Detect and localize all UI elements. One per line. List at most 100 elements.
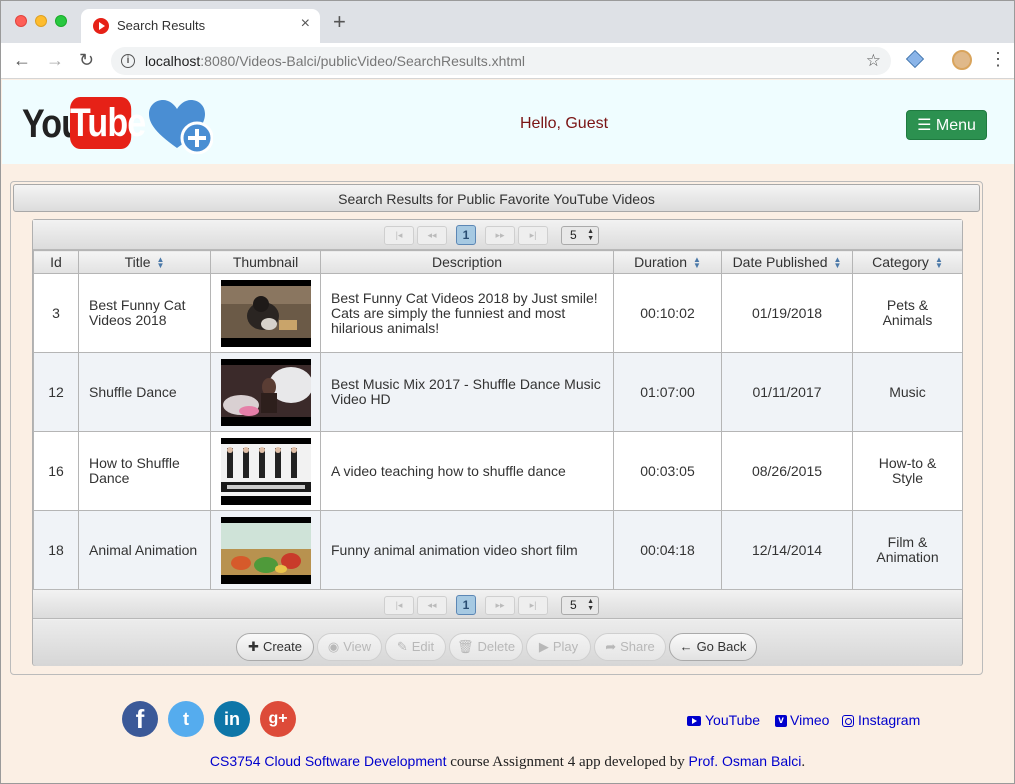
tab-close-icon[interactable]: ×	[301, 15, 310, 33]
linkedin-icon[interactable]: in	[214, 701, 250, 737]
cell-title: Shuffle Dance	[78, 352, 211, 432]
table-row[interactable]: 18 Animal Animation Funny animal animati…	[33, 510, 963, 590]
last-page-button[interactable]: ▸|	[518, 226, 548, 245]
cell-title: Best Funny Cat Videos 2018	[78, 273, 211, 353]
forward-arrow-icon[interactable]: →	[46, 49, 64, 71]
cell-title: Animal Animation	[78, 510, 211, 590]
video-thumbnail[interactable]	[221, 437, 311, 505]
column-header-description: Description	[320, 250, 614, 274]
sort-icon[interactable]: ▲ ▼	[157, 256, 165, 270]
author-link[interactable]: Prof. Osman Balci	[689, 753, 802, 769]
table-row[interactable]: 12 Shuffle Dance Best Music Mix 2017 - S…	[33, 352, 963, 432]
cell-thumbnail	[210, 273, 321, 353]
plus-icon: ✚	[248, 639, 259, 654]
bookmark-star-icon[interactable]: ☆	[866, 51, 881, 71]
course-link[interactable]: CS3754 Cloud Software Development	[210, 753, 447, 769]
cell-category: Film & Animation	[852, 510, 963, 590]
next-page-button[interactable]: ▸▸	[485, 226, 515, 245]
cell-description: Best Funny Cat Videos 2018 by Just smile…	[320, 273, 614, 353]
eye-icon: ◉	[327, 639, 340, 654]
table-header-row: Id Title ▲ ▼ Thumbnail Description Duratio…	[33, 250, 963, 274]
instagram-link[interactable]: Instagram	[842, 712, 920, 728]
search-results-panel: Search Results for Public Favorite YouTu…	[10, 181, 983, 675]
cell-id: 12	[33, 352, 79, 432]
table-row[interactable]: 3 Best Funny Cat Videos 2018 Best Funny …	[33, 273, 963, 353]
play-button[interactable]: ▶ Play	[526, 633, 591, 661]
youtube-icon	[687, 716, 701, 727]
first-page-button[interactable]: |◂	[384, 596, 414, 615]
address-bar[interactable]: i localhost:8080/Videos-Balci/publicVide…	[111, 47, 891, 75]
browser-toolbar: ← → ↻ i localhost:8080/Videos-Balci/publ…	[1, 43, 1014, 79]
tab-title: Search Results	[117, 18, 206, 33]
rows-per-page-select[interactable]: 5 ▲ ▼	[561, 596, 599, 615]
facebook-icon[interactable]: f	[122, 701, 158, 737]
browser-tab[interactable]: Search Results ×	[81, 9, 320, 43]
youtube-link[interactable]: YouTube	[687, 712, 760, 728]
minimize-window-button[interactable]	[35, 15, 47, 27]
maximize-window-button[interactable]	[55, 15, 67, 27]
twitter-icon[interactable]: t	[168, 701, 204, 737]
sort-icon[interactable]: ▲ ▼	[935, 256, 943, 270]
delete-button[interactable]: 🗑 Delete	[449, 633, 523, 661]
google-plus-icon[interactable]: g+	[260, 701, 296, 737]
arrow-left-icon: ←	[679, 639, 693, 654]
close-window-button[interactable]	[15, 15, 27, 27]
share-button[interactable]: ➦ Share	[594, 633, 666, 661]
cell-category: How-to & Style	[852, 431, 963, 511]
credit-period: .	[801, 754, 806, 770]
first-page-button[interactable]: |◂	[384, 226, 414, 245]
greeting-text: Hello, Guest	[520, 115, 609, 132]
animation-thumbnail-image	[221, 522, 311, 575]
go-back-button[interactable]: ← Go Back	[669, 633, 757, 661]
table-row[interactable]: 16 How to Shuffle Dance A video teaching…	[33, 431, 963, 511]
sort-icon[interactable]: ▲ ▼	[834, 256, 842, 270]
cell-id: 18	[33, 510, 79, 590]
prev-page-button[interactable]: ◂◂	[417, 226, 447, 245]
cell-thumbnail	[210, 352, 321, 432]
vimeo-link[interactable]: v Vimeo	[775, 712, 829, 728]
share-icon: ➦	[605, 639, 617, 654]
column-header-duration[interactable]: Duration ▲ ▼	[613, 250, 722, 274]
create-button[interactable]: ✚ Create	[236, 633, 314, 661]
page-number-button[interactable]: 1	[456, 225, 476, 245]
credit-text: course Assignment 4 app developed by	[446, 754, 689, 770]
info-icon[interactable]: i	[121, 54, 135, 68]
youtube-favicon-icon	[93, 18, 109, 34]
cell-description: Funny animal animation video short film	[320, 510, 614, 590]
instagram-icon	[842, 715, 854, 728]
last-page-button[interactable]: ▸|	[518, 596, 548, 615]
cell-duration: 01:07:00	[613, 352, 722, 432]
menu-button[interactable]: ☰ Menu	[906, 110, 987, 140]
next-page-button[interactable]: ▸▸	[485, 596, 515, 615]
column-header-id: Id	[33, 250, 79, 274]
video-thumbnail[interactable]	[221, 279, 311, 347]
edit-icon: ✎	[396, 639, 408, 654]
page-number-button[interactable]: 1	[456, 595, 476, 615]
view-button[interactable]: ◉ View	[317, 633, 382, 661]
video-thumbnail[interactable]	[221, 358, 311, 426]
video-thumbnail[interactable]	[221, 516, 311, 584]
column-header-category[interactable]: Category ▲ ▼	[852, 250, 963, 274]
sort-icon[interactable]: ▲ ▼	[693, 256, 701, 270]
cell-category: Music	[852, 352, 963, 432]
back-arrow-icon[interactable]: ←	[13, 49, 31, 71]
browser-window: Search Results × + ← → ↻ i localhost:808…	[0, 0, 1015, 784]
cell-thumbnail	[210, 431, 321, 511]
action-bar: ✚ Create ◉ View ✎ Edit 🗑 Delete ▶ Play ➦ Share…	[33, 620, 962, 666]
new-tab-button[interactable]: +	[333, 11, 346, 33]
cell-date: 01/11/2017	[721, 352, 853, 432]
edit-button[interactable]: ✎ Edit	[385, 633, 446, 661]
column-header-title[interactable]: Title ▲ ▼	[78, 250, 211, 274]
youtube-logo-tube[interactable]: Tube	[70, 97, 146, 149]
cell-thumbnail	[210, 510, 321, 590]
browser-menu-icon[interactable]: ⋮	[989, 49, 1007, 69]
cell-description: A video teaching how to shuffle dance	[320, 431, 614, 511]
profile-avatar[interactable]	[952, 50, 972, 70]
column-header-date-published[interactable]: Date Published ▲ ▼	[721, 250, 853, 274]
reload-icon[interactable]: ↻	[79, 49, 94, 71]
videos-datatable: |◂ ◂◂ 1 ▸▸ ▸| 5 ▲ ▼ Id Title ▲ ▼ Thumbnail D…	[32, 219, 963, 666]
column-header-thumbnail: Thumbnail	[210, 250, 321, 274]
rows-per-page-select[interactable]: 5 ▲ ▼	[561, 226, 599, 245]
cell-description: Best Music Mix 2017 - Shuffle Dance Musi…	[320, 352, 614, 432]
prev-page-button[interactable]: ◂◂	[417, 596, 447, 615]
